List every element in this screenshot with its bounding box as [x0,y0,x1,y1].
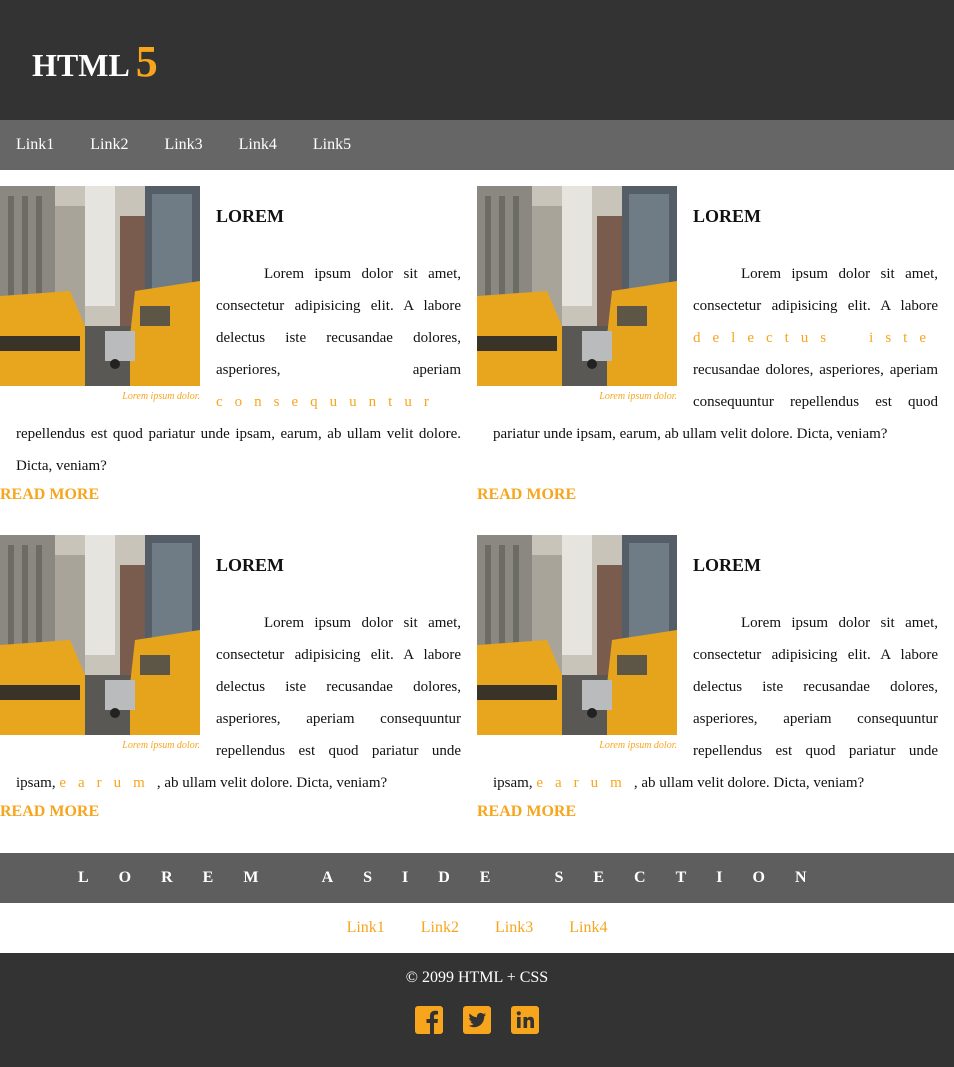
footer-link-3[interactable]: Link3 [495,919,533,937]
article-image [477,186,677,386]
article-caption: Lorem ipsum dolor. [122,740,200,751]
nav-link-4[interactable]: Link4 [239,136,277,154]
footer-link-2[interactable]: Link2 [421,919,459,937]
article-highlight: consequuntur [216,394,441,410]
article-figure: Lorem ipsum dolor. [0,535,200,755]
article-card: Lorem ipsum dolor. LOREM Lorem ipsum dol… [0,186,461,482]
linkedin-icon[interactable] [510,1005,540,1035]
article-image [0,186,200,386]
read-more-link[interactable]: READ MORE [477,486,576,504]
article-figure: Lorem ipsum dolor. [0,186,200,406]
logo-number: 5 [135,37,158,86]
article-card: Lorem ipsum dolor. LOREM Lorem ipsum dol… [0,535,461,799]
aside-title: LOREM ASIDE SECTION [78,869,837,886]
article-card: Lorem ipsum dolor. LOREM Lorem ipsum dol… [477,535,938,799]
read-more-link[interactable]: READ MORE [0,486,99,504]
article-image [477,535,677,735]
footer-link-4[interactable]: Link4 [569,919,607,937]
site-footer: © 2099 HTML + CSS [0,953,954,1067]
social-links [0,1005,954,1035]
article-caption: Lorem ipsum dolor. [122,391,200,402]
footer-link-1[interactable]: Link1 [347,919,385,937]
nav-link-3[interactable]: Link3 [164,136,202,154]
copyright-text: © 2099 HTML + CSS [405,969,549,986]
logo-text: HTML [32,47,130,83]
article-text-1: Lorem ipsum dolor sit amet, consectetur … [216,266,461,378]
aside-section: LOREM ASIDE SECTION [0,853,954,903]
article-highlight: earum [536,775,634,791]
nav-link-1[interactable]: Link1 [16,136,54,154]
article-caption: Lorem ipsum dolor. [599,391,677,402]
article-figure: Lorem ipsum dolor. [477,535,677,755]
footer-nav: Link1 Link2 Link3 Link4 [0,903,954,953]
nav-link-5[interactable]: Link5 [313,136,351,154]
articles-section: Lorem ipsum dolor. LOREM Lorem ipsum dol… [0,170,954,853]
facebook-icon[interactable] [414,1005,444,1035]
nav-link-2[interactable]: Link2 [90,136,128,154]
article-figure: Lorem ipsum dolor. [477,186,677,406]
site-header: HTML 5 [0,0,954,120]
article-highlight: earum [59,775,157,791]
site-logo[interactable]: HTML 5 [32,36,158,87]
read-more-link[interactable]: READ MORE [477,803,576,821]
article-text-1: Lorem ipsum dolor sit amet, consectetur … [693,266,938,314]
read-more-link[interactable]: READ MORE [0,803,99,821]
article-caption: Lorem ipsum dolor. [599,740,677,751]
article-text-2: , ab ullam velit dolore. Dicta, veniam? [633,775,865,791]
article-text-2: repellendus est quod pariatur unde ipsam… [16,426,461,474]
main-nav: Link1 Link2 Link3 Link4 Link5 [0,120,954,170]
article-card: Lorem ipsum dolor. LOREM Lorem ipsum dol… [477,186,938,450]
article-text-2: , ab ullam velit dolore. Dicta, veniam? [156,775,388,791]
article-highlight: delectus iste [693,330,938,346]
article-image [0,535,200,735]
twitter-icon[interactable] [462,1005,492,1035]
